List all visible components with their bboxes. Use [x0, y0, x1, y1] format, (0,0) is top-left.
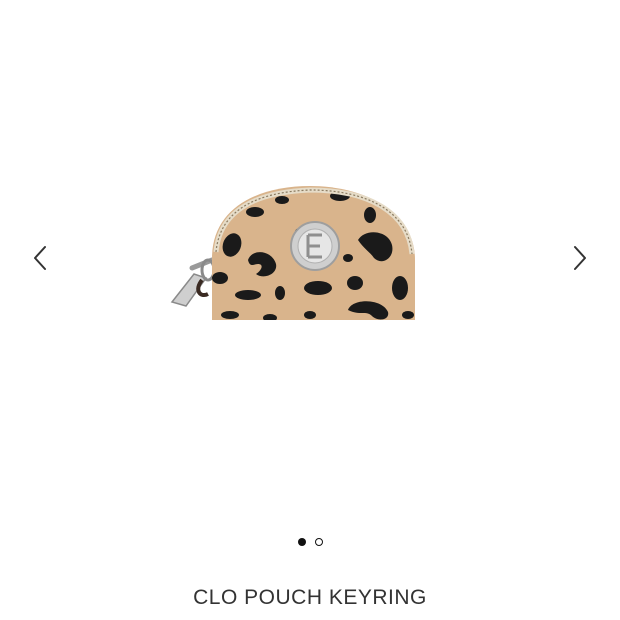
carousel-next-button[interactable] — [565, 238, 595, 278]
chevron-right-icon — [574, 246, 586, 270]
keyring-clasp — [170, 257, 216, 307]
pagination-dot-1[interactable] — [297, 538, 306, 546]
chevron-left-icon — [34, 246, 46, 270]
product-image — [170, 186, 415, 320]
carousel-pagination — [0, 538, 620, 546]
pagination-dot-2[interactable] — [314, 538, 323, 546]
product-image-carousel — [0, 0, 620, 520]
logo-badge — [290, 221, 340, 271]
carousel-prev-button[interactable] — [25, 238, 55, 278]
product-title: CLO POUCH KEYRING — [193, 586, 427, 609]
